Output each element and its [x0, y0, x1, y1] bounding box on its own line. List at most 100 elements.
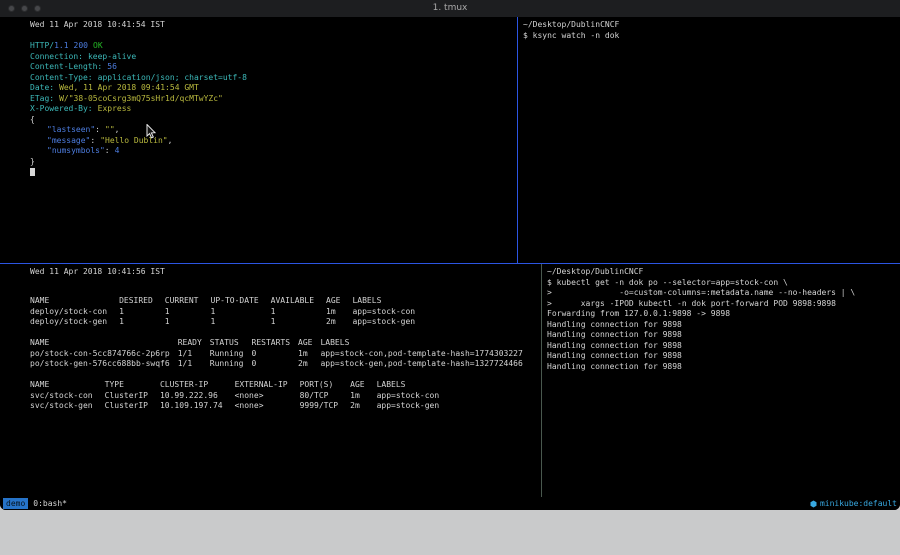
- terminal-cursor: [30, 168, 35, 176]
- column-header: PORT(S): [300, 380, 351, 391]
- port-forward-output: Forwarding from 127.0.0.1:9898 -> 9898: [547, 309, 900, 320]
- column-header: UP-TO-DATE: [211, 296, 271, 307]
- json-key: "numsymbols": [47, 146, 105, 155]
- column-header: DESIRED: [119, 296, 165, 307]
- pane-kubectl-get[interactable]: Wed 11 Apr 2018 10:41:56 IST NAMEDESIRED…: [0, 264, 541, 497]
- mouse-pointer-icon: [146, 124, 157, 139]
- kube-context: minikube:default: [820, 499, 897, 508]
- column-header: STATUS: [210, 338, 252, 349]
- json-value: 4: [115, 146, 120, 155]
- pane-http-response[interactable]: Wed 11 Apr 2018 10:41:54 IST HTTP/1.1200…: [0, 17, 517, 263]
- cell: 1: [119, 317, 165, 328]
- status-right: minikube:default: [810, 499, 897, 508]
- cell: 1: [211, 317, 271, 328]
- column-header: NAME: [30, 296, 119, 307]
- cell: <none>: [235, 401, 300, 412]
- column-header: READY: [178, 338, 210, 349]
- pane-divider-vertical-bottom[interactable]: [541, 264, 542, 497]
- json-field: "message":"Hello Dublin",: [30, 136, 517, 147]
- cell: ClusterIP: [105, 401, 160, 412]
- column-header: TYPE: [105, 380, 160, 391]
- pods-table: NAMEREADYSTATUSRESTARTSAGELABELS po/stoc…: [30, 338, 531, 370]
- cell: 1: [271, 307, 326, 318]
- table-row: po/stock-con-5cc874766c-2p6rp1/1Running0…: [30, 349, 531, 360]
- column-header: LABELS: [377, 380, 452, 391]
- window-controls: [8, 5, 41, 12]
- column-header: AGE: [350, 380, 376, 391]
- header-value: Wed, 11 Apr 2018 09:41:54 GMT: [59, 83, 199, 92]
- json-comma: ,: [115, 125, 120, 134]
- cell: 1: [271, 317, 326, 328]
- column-header: CURRENT: [165, 296, 211, 307]
- json-colon: :: [95, 125, 100, 134]
- cell: Running: [210, 349, 252, 360]
- connection-log-line: Handling connection for 9898: [547, 341, 900, 352]
- header-name: Date:: [30, 83, 54, 92]
- header-value: 56: [107, 62, 117, 71]
- cell: 1m: [350, 391, 376, 402]
- table-header-row: NAMETYPECLUSTER-IPEXTERNAL-IPPORT(S)AGEL…: [30, 380, 451, 391]
- pane-ksync[interactable]: ~/Desktop/DublinCNCF $ ksync watch -n do…: [518, 17, 900, 263]
- cell: 2m: [350, 401, 376, 412]
- header-name: Connection:: [30, 52, 83, 61]
- cell: po/stock-gen-576cc688bb-swqf6: [30, 359, 178, 370]
- pane-divider-vertical-top[interactable]: [517, 17, 518, 263]
- cell: 80/TCP: [300, 391, 351, 402]
- json-field: "lastseen": "",: [30, 125, 517, 136]
- blank-line: [30, 31, 517, 42]
- zoom-button[interactable]: [34, 5, 41, 12]
- minimize-button[interactable]: [21, 5, 28, 12]
- table-header-row: NAMEDESIREDCURRENTUP-TO-DATEAVAILABLEAGE…: [30, 296, 427, 307]
- cursor-line: [30, 167, 517, 178]
- window-tab[interactable]: 0:bash*: [33, 499, 67, 508]
- command-line: $ kubectl get -n dok po --selector=app=s…: [547, 278, 900, 289]
- cell: 10.109.197.74: [160, 401, 235, 412]
- column-header: LABELS: [352, 296, 427, 307]
- timestamp: Wed 11 Apr 2018 10:41:56 IST: [30, 267, 541, 278]
- session-name: demo: [3, 498, 28, 509]
- table-row: svc/stock-conClusterIP10.99.222.96<none>…: [30, 391, 451, 402]
- http-protocol: HTTP/: [30, 41, 54, 50]
- close-button[interactable]: [8, 5, 15, 12]
- connection-log-line: Handling connection for 9898: [547, 362, 900, 373]
- cell: 1: [211, 307, 271, 318]
- json-value: "": [105, 125, 115, 134]
- window-title: 1. tmux: [0, 0, 900, 17]
- header-name: Content-Type:: [30, 73, 93, 82]
- hexagon-icon: [810, 500, 817, 508]
- pane-divider-horizontal[interactable]: [0, 263, 900, 264]
- header-value: W/"38-05coCsrg3mQ75sHr1d/qcMTwYZc": [59, 94, 223, 103]
- tmux-session: Wed 11 Apr 2018 10:41:54 IST HTTP/1.1200…: [0, 17, 900, 497]
- cell: deploy/stock-con: [30, 307, 119, 318]
- json-comma: ,: [168, 136, 173, 145]
- http-header: X-Powered-By:Express: [30, 104, 517, 115]
- cell: 2m: [326, 317, 352, 328]
- http-header: Date: Wed, 11 Apr 2018 09:41:54 GMT: [30, 83, 517, 94]
- cell: svc/stock-con: [30, 391, 105, 402]
- http-header: Content-Length:56: [30, 62, 517, 73]
- cell: app=stock-gen: [377, 401, 452, 412]
- cell: 0: [252, 359, 299, 370]
- cell: ClusterIP: [105, 391, 160, 402]
- cell: 1/1: [178, 349, 210, 360]
- http-status-line: HTTP/1.1200OK: [30, 41, 517, 52]
- column-header: CLUSTER-IP: [160, 380, 235, 391]
- json-colon: :: [105, 146, 110, 155]
- pane-port-forward[interactable]: ~/Desktop/DublinCNCF $ kubectl get -n do…: [542, 264, 900, 497]
- json-key: "lastseen": [47, 125, 95, 134]
- cell: deploy/stock-gen: [30, 317, 119, 328]
- header-value: application/json; charset=utf-8: [98, 73, 247, 82]
- http-header: Content-Type: application/json; charset=u…: [30, 73, 517, 84]
- tmux-status-bar: demo 0:bash* minikube:default: [0, 497, 900, 510]
- cell: 1/1: [178, 359, 210, 370]
- json-colon: :: [90, 136, 95, 145]
- cell: 1m: [326, 307, 352, 318]
- table-row: deploy/stock-gen11112mapp=stock-gen: [30, 317, 427, 328]
- column-header: AGE: [326, 296, 352, 307]
- cell: svc/stock-gen: [30, 401, 105, 412]
- cell: po/stock-con-5cc874766c-2p6rp: [30, 349, 178, 360]
- cell: app=stock-gen,pod-template-hash=13277244…: [320, 359, 530, 370]
- table-row: po/stock-gen-576cc688bb-swqf61/1Running0…: [30, 359, 531, 370]
- json-value: "Hello Dublin": [100, 136, 167, 145]
- window-titlebar[interactable]: 1. tmux: [0, 0, 900, 17]
